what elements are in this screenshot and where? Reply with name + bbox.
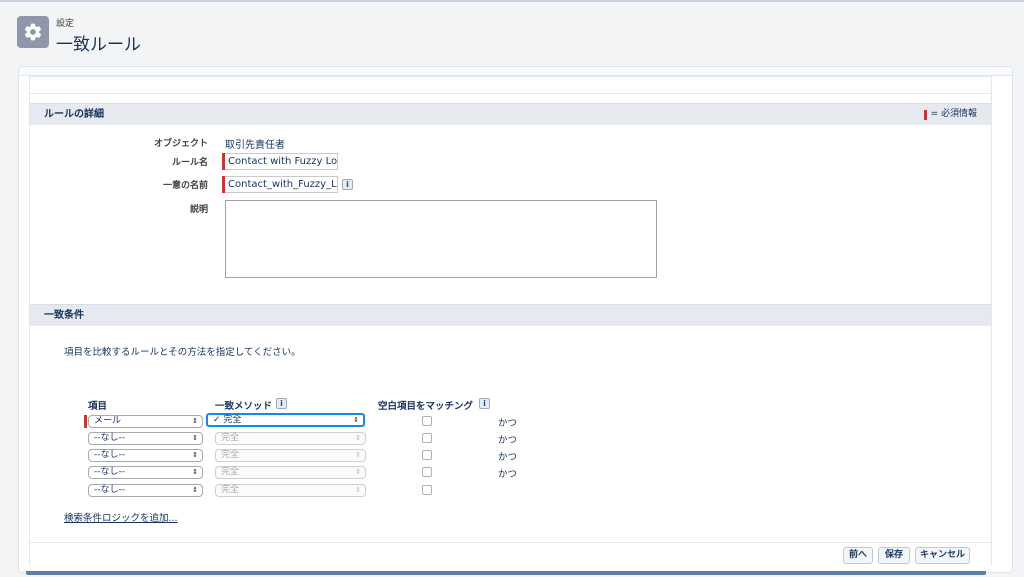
info-icon[interactable]: i [479, 398, 490, 409]
save-button[interactable]: 保存 [878, 547, 910, 564]
required-marker-icon [84, 415, 87, 428]
column-header-method: 一致メソッド [215, 401, 273, 412]
method-select-value: 完全 [223, 415, 242, 425]
select-arrows-icon: ⇕ [192, 434, 198, 442]
criteria-section-header: 一致条件 [30, 304, 991, 326]
description-textarea[interactable] [225, 200, 657, 278]
field-select-value: --なし-- [94, 467, 125, 477]
card-top-strip [19, 67, 1012, 76]
select-arrows-icon: ⇕ [192, 417, 198, 425]
column-header-blank: 空白項目をマッチング [378, 401, 474, 412]
select-arrows-icon: ⇕ [192, 486, 198, 494]
criteria-section-title: 一致条件 [44, 310, 84, 321]
select-arrows-icon: ⇕ [355, 434, 361, 442]
field-select-value: --なし-- [94, 450, 125, 460]
button-footer: 前へ 保存 キャンセル [30, 542, 991, 566]
select-arrows-icon: ⇕ [192, 451, 198, 459]
select-arrows-icon: ⇕ [355, 468, 361, 476]
divider [30, 76, 991, 77]
divider [30, 93, 991, 94]
method-select-value: 完全 [221, 485, 240, 495]
blank-match-checkbox[interactable] [422, 485, 432, 495]
field-select[interactable]: --なし-- ⇕ [88, 449, 203, 462]
unique-name-input[interactable]: Contact_with_Fuzzy_Logic [225, 176, 338, 193]
object-value: 取引先責任者 [225, 140, 285, 151]
method-select: 完全 ⇕ [215, 466, 366, 479]
required-marker-icon [923, 109, 927, 120]
required-legend: = 必須情報 [923, 104, 977, 125]
conjunction-label: かつ [498, 452, 518, 463]
conjunction-label: かつ [498, 418, 518, 429]
object-label: オブジェクト [153, 139, 208, 149]
conjunction-label: かつ [498, 435, 518, 446]
select-arrows-icon: ⇕ [192, 468, 198, 476]
field-select[interactable]: --なし-- ⇕ [88, 432, 203, 445]
cancel-button[interactable]: キャンセル [915, 547, 970, 564]
form-area: ルールの詳細 = 必須情報 オブジェクト 取引先責任者 ルール名 Contact… [29, 76, 992, 566]
method-select-value: 完全 [221, 467, 240, 477]
rule-name-input[interactable]: Contact with Fuzzy Logic [225, 153, 338, 170]
page-header: 設定 一致ルール [0, 2, 1024, 66]
blank-match-checkbox[interactable] [422, 450, 432, 460]
field-select[interactable]: メール ⇕ [88, 415, 203, 428]
main-card: ルールの詳細 = 必須情報 オブジェクト 取引先責任者 ルール名 Contact… [18, 66, 1013, 573]
column-header-field: 項目 [88, 401, 108, 412]
select-arrows-icon: ⇕ [355, 486, 361, 494]
field-select[interactable]: --なし-- ⇕ [88, 466, 203, 479]
field-select[interactable]: --なし-- ⇕ [88, 484, 203, 497]
blank-match-checkbox[interactable] [422, 433, 432, 443]
method-select-value: 完全 [221, 450, 240, 460]
blank-match-checkbox[interactable] [422, 467, 432, 477]
checkmark-icon: ✓ [213, 415, 221, 425]
select-arrows-icon: ⇕ [353, 416, 359, 424]
add-logic-link[interactable]: 検索条件ロジックを追加... [64, 510, 178, 524]
method-select: 完全 ⇕ [215, 432, 366, 445]
select-arrows-icon: ⇕ [355, 451, 361, 459]
details-section-header: ルールの詳細 = 必須情報 [30, 103, 991, 125]
method-select: 完全 ⇕ [215, 484, 366, 497]
conjunction-label: かつ [498, 469, 518, 480]
details-section-title: ルールの詳細 [44, 109, 104, 120]
gear-icon [17, 16, 49, 48]
description-label: 説明 [189, 205, 208, 215]
criteria-instruction: 項目を比較するルールとその方法を指定してください。 [64, 347, 301, 358]
unique-name-label: 一意の名前 [162, 181, 208, 191]
info-icon[interactable]: i [342, 179, 353, 190]
rule-name-label: ルール名 [171, 158, 208, 168]
required-legend-text: = 必須情報 [930, 109, 977, 119]
field-select-value: --なし-- [94, 485, 125, 495]
field-select-value: --なし-- [94, 433, 125, 443]
page-title: 一致ルール [56, 35, 141, 55]
blank-match-checkbox[interactable] [422, 416, 432, 426]
info-icon[interactable]: i [276, 398, 287, 409]
method-select-value: 完全 [221, 433, 240, 443]
header-breadcrumb: 設定 [56, 19, 75, 29]
field-select-value: メール [94, 416, 122, 426]
bottom-edge [26, 571, 986, 575]
method-select-open[interactable]: ✓ 完全 ⇕ [206, 413, 365, 427]
method-select: 完全 ⇕ [215, 449, 366, 462]
previous-button[interactable]: 前へ [843, 547, 873, 564]
